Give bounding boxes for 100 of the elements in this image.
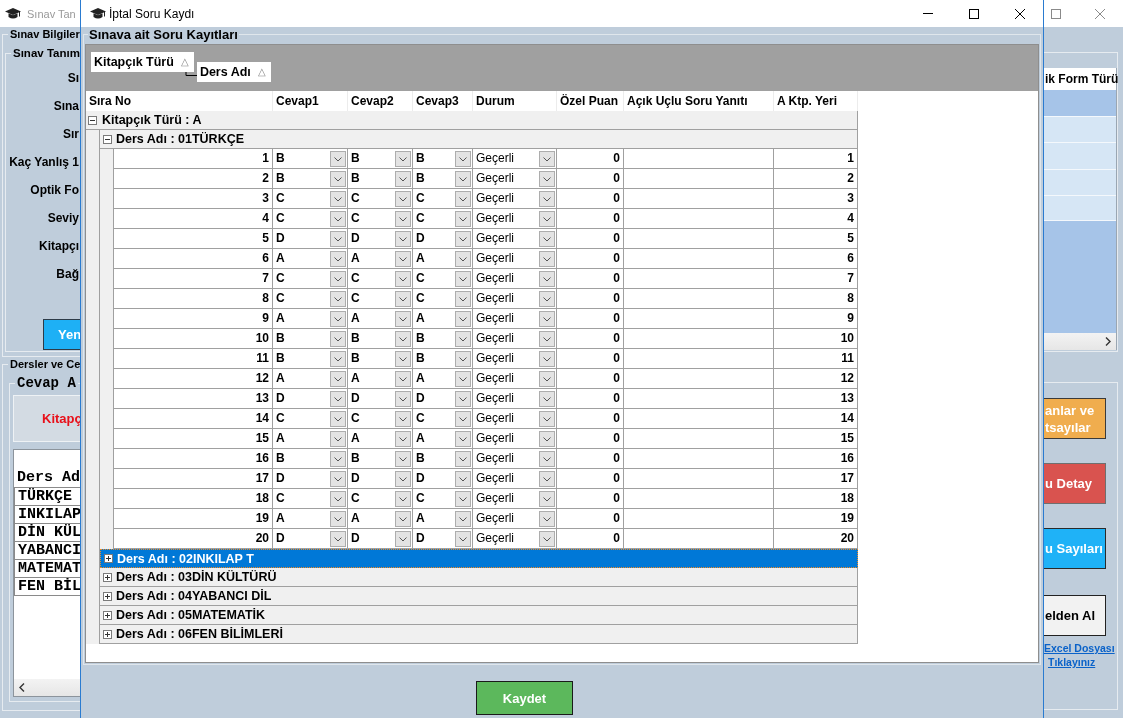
answer-select[interactable]: C	[348, 269, 413, 289]
status-select[interactable]: Geçerli	[473, 229, 557, 249]
status-select[interactable]: Geçerli	[473, 149, 557, 169]
text-input-cell[interactable]	[624, 309, 774, 329]
answer-select[interactable]: A	[273, 309, 348, 329]
answer-select[interactable]: D	[348, 469, 413, 489]
excel-link[interactable]: Tıklayınız	[1048, 655, 1096, 669]
text-input-cell[interactable]	[624, 269, 774, 289]
text-input-cell[interactable]	[624, 509, 774, 529]
answer-select[interactable]: C	[273, 269, 348, 289]
answer-select[interactable]: C	[413, 289, 473, 309]
text-input-cell[interactable]	[624, 529, 774, 549]
plus-box-icon[interactable]	[103, 591, 112, 601]
answer-select[interactable]: C	[413, 269, 473, 289]
text-input-cell[interactable]	[624, 369, 774, 389]
group-by-chip[interactable]: Ders Adı △	[196, 62, 271, 82]
text-input-cell[interactable]	[624, 289, 774, 309]
answer-select[interactable]: A	[413, 249, 473, 269]
answer-select[interactable]: C	[273, 489, 348, 509]
answer-select[interactable]: C	[273, 409, 348, 429]
text-input-cell[interactable]	[624, 469, 774, 489]
answer-select[interactable]: B	[273, 169, 348, 189]
status-select[interactable]: Geçerli	[473, 309, 557, 329]
answer-select[interactable]: D	[413, 389, 473, 409]
answer-select[interactable]: B	[413, 149, 473, 169]
group-row[interactable]: Ders Adı : 02INKILAP T	[100, 549, 858, 568]
group-row[interactable]: Ders Adı : 05MATEMATİK	[100, 606, 858, 625]
status-select[interactable]: Geçerli	[473, 329, 557, 349]
minus-box-icon[interactable]	[88, 115, 97, 125]
text-input-cell[interactable]	[624, 449, 774, 469]
answer-select[interactable]: B	[273, 349, 348, 369]
action-button[interactable]: u Detay	[1044, 463, 1106, 504]
text-input-cell[interactable]	[624, 169, 774, 189]
text-input-cell[interactable]	[624, 189, 774, 209]
answer-select[interactable]: A	[413, 509, 473, 529]
answer-select[interactable]: C	[348, 289, 413, 309]
group-row[interactable]: Kitapçık Türü : A	[86, 111, 858, 130]
status-select[interactable]: Geçerli	[473, 369, 557, 389]
group-row[interactable]: Ders Adı : 03DİN KÜLTÜRÜ	[100, 568, 858, 587]
answer-select[interactable]: A	[413, 369, 473, 389]
answer-select[interactable]: B	[413, 449, 473, 469]
answer-select[interactable]: A	[413, 429, 473, 449]
status-select[interactable]: Geçerli	[473, 429, 557, 449]
answer-select[interactable]: B	[348, 149, 413, 169]
minus-box-icon[interactable]	[103, 134, 112, 144]
plus-box-icon[interactable]	[104, 554, 113, 563]
plus-box-icon[interactable]	[103, 572, 112, 582]
answer-select[interactable]: D	[348, 389, 413, 409]
answer-select[interactable]: C	[348, 209, 413, 229]
answer-select[interactable]: A	[273, 509, 348, 529]
answer-select[interactable]: D	[273, 389, 348, 409]
group-row[interactable]: Ders Adı : 04YABANCI DİL	[100, 587, 858, 606]
answer-select[interactable]: D	[348, 529, 413, 549]
answer-select[interactable]: A	[273, 369, 348, 389]
status-select[interactable]: Geçerli	[473, 469, 557, 489]
answer-select[interactable]: B	[348, 349, 413, 369]
text-input-cell[interactable]	[624, 389, 774, 409]
status-select[interactable]: Geçerli	[473, 349, 557, 369]
text-input-cell[interactable]	[624, 429, 774, 449]
answer-select[interactable]: B	[348, 169, 413, 189]
answer-select[interactable]: A	[413, 309, 473, 329]
chevron-right-icon[interactable]	[1105, 337, 1111, 346]
text-input-cell[interactable]	[624, 229, 774, 249]
status-select[interactable]: Geçerli	[473, 189, 557, 209]
status-select[interactable]: Geçerli	[473, 209, 557, 229]
status-select[interactable]: Geçerli	[473, 489, 557, 509]
answer-select[interactable]: D	[413, 529, 473, 549]
text-input-cell[interactable]	[624, 489, 774, 509]
status-select[interactable]: Geçerli	[473, 449, 557, 469]
horizontal-scrollbar[interactable]	[14, 679, 80, 696]
plus-box-icon[interactable]	[103, 610, 112, 620]
answer-select[interactable]: B	[348, 329, 413, 349]
answer-select[interactable]: D	[273, 469, 348, 489]
text-input-cell[interactable]	[624, 349, 774, 369]
excel-link[interactable]: Excel Dosyası	[1044, 641, 1115, 655]
answer-select[interactable]: C	[348, 409, 413, 429]
answer-select[interactable]: B	[413, 329, 473, 349]
answer-select[interactable]: A	[348, 429, 413, 449]
answer-select[interactable]: D	[413, 229, 473, 249]
group-row[interactable]: Ders Adı : 01TÜRKÇE	[100, 130, 858, 149]
status-select[interactable]: Geçerli	[473, 249, 557, 269]
status-select[interactable]: Geçerli	[473, 389, 557, 409]
text-input-cell[interactable]	[624, 249, 774, 269]
answer-select[interactable]: D	[273, 229, 348, 249]
group-by-chip[interactable]: Kitapçık Türü △	[91, 52, 194, 72]
status-select[interactable]: Geçerli	[473, 289, 557, 309]
status-select[interactable]: Geçerli	[473, 509, 557, 529]
action-button[interactable]: elden Al	[1044, 595, 1106, 636]
answer-select[interactable]: A	[348, 509, 413, 529]
answer-select[interactable]: C	[413, 409, 473, 429]
horizontal-scrollbar[interactable]	[1044, 333, 1116, 350]
chevron-left-icon[interactable]	[19, 683, 25, 692]
answer-select[interactable]: C	[273, 189, 348, 209]
answer-select[interactable]: A	[273, 429, 348, 449]
answer-select[interactable]: C	[413, 489, 473, 509]
answer-select[interactable]: C	[273, 289, 348, 309]
text-input-cell[interactable]	[624, 149, 774, 169]
answer-select[interactable]: D	[273, 529, 348, 549]
plus-box-icon[interactable]	[103, 629, 112, 639]
text-input-cell[interactable]	[624, 409, 774, 429]
